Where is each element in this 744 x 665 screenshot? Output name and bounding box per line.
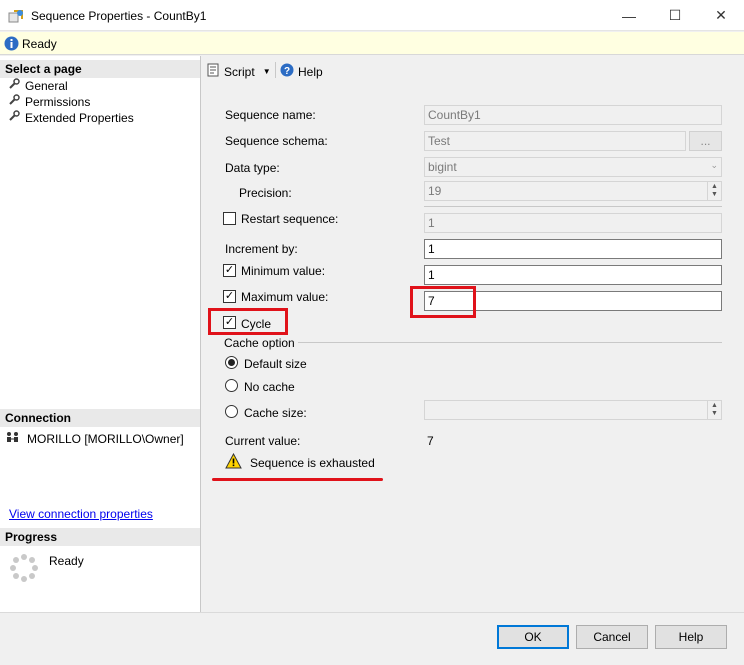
script-button[interactable]: Script ▼ xyxy=(206,63,271,80)
page-item-extended-properties[interactable]: Extended Properties xyxy=(8,110,134,125)
sequence-name-label: Sequence name: xyxy=(225,108,316,122)
help-icon: ? xyxy=(280,63,294,80)
separator xyxy=(424,206,722,207)
left-pane: Select a page General Permissions Extend… xyxy=(0,56,201,612)
connection-icon xyxy=(6,431,22,446)
increment-by-field[interactable]: 1 xyxy=(424,239,722,259)
precision-stepper[interactable]: 19 ▲ ▼ xyxy=(424,181,722,201)
restart-value-field[interactable]: 1 xyxy=(424,213,722,233)
wrench-icon xyxy=(8,78,20,93)
window-title: Sequence Properties - CountBy1 xyxy=(31,9,207,23)
schema-browse-button[interactable]: ... xyxy=(689,131,722,151)
cache-size-stepper[interactable]: ▲ ▼ xyxy=(424,400,722,420)
general-page-content: Sequence name: CountBy1 Sequence schema:… xyxy=(202,84,744,612)
checkmark-icon: ✓ xyxy=(224,264,235,276)
select-page-header: Select a page xyxy=(0,60,200,78)
close-button[interactable]: ✕ xyxy=(698,0,744,31)
increment-by-label: Increment by: xyxy=(225,242,298,256)
cache-default-radio[interactable] xyxy=(225,356,238,369)
minimum-value-checkbox[interactable]: ✓ xyxy=(223,264,236,277)
cache-option-separator xyxy=(298,342,722,343)
page-label: General xyxy=(25,78,68,93)
cache-option-label: Cache option xyxy=(224,336,295,350)
warning-icon xyxy=(225,452,242,472)
connection-name: MORILLO [MORILLO\Owner] xyxy=(27,431,184,446)
close-icon: ✕ xyxy=(715,7,727,23)
stepper-arrows-icon: ▲ ▼ xyxy=(707,401,721,419)
maximize-button[interactable]: ☐ xyxy=(652,0,698,31)
current-value-label: Current value: xyxy=(225,434,301,448)
cache-size-label: Cache size: xyxy=(244,406,307,420)
chevron-down-icon: ▼ xyxy=(262,67,271,76)
maximum-value-label: Maximum value: xyxy=(241,290,329,304)
progress-header: Progress xyxy=(0,528,200,546)
cycle-highlight xyxy=(208,308,288,335)
restart-sequence-label: Restart sequence: xyxy=(241,212,339,226)
status-bar: Ready xyxy=(0,32,744,55)
connection-header: Connection xyxy=(0,409,200,427)
cache-size-value xyxy=(425,401,707,419)
wrench-icon xyxy=(8,94,20,109)
ok-button[interactable]: OK xyxy=(497,625,569,649)
sequence-schema-label: Sequence schema: xyxy=(225,134,328,148)
minimum-value-label: Minimum value: xyxy=(241,264,326,278)
restart-sequence-checkbox[interactable] xyxy=(223,212,236,225)
data-type-value: bigint xyxy=(428,160,457,174)
sequence-name-field[interactable]: CountBy1 xyxy=(424,105,722,125)
minimize-button[interactable]: — xyxy=(606,0,652,31)
cancel-button[interactable]: Cancel xyxy=(576,625,648,649)
help-label: Help xyxy=(298,64,323,79)
precision-value: 19 xyxy=(428,184,442,198)
progress-spinner-icon xyxy=(10,554,38,582)
maximum-value-checkbox[interactable]: ✓ xyxy=(223,290,236,303)
page-label: Permissions xyxy=(25,94,91,109)
maximize-icon: ☐ xyxy=(668,7,682,23)
warning-text: Sequence is exhausted xyxy=(250,456,375,470)
button-bar: OK Cancel Help xyxy=(0,612,744,665)
connection-item: MORILLO [MORILLO\Owner] xyxy=(6,431,184,446)
maximum-value-highlight xyxy=(410,286,476,318)
cache-none-label: No cache xyxy=(244,380,295,394)
toolbar: Script ▼ ? Help xyxy=(202,56,744,84)
current-value: 7 xyxy=(427,434,434,448)
page-item-permissions[interactable]: Permissions xyxy=(8,94,90,109)
sequence-schema-field[interactable]: Test xyxy=(424,131,686,151)
page-item-general[interactable]: General xyxy=(8,78,68,93)
precision-label: Precision: xyxy=(239,186,292,200)
warning-underline-highlight xyxy=(212,478,383,481)
data-type-label: Data type: xyxy=(225,161,280,175)
toolbar-divider xyxy=(275,62,276,78)
cache-none-radio[interactable] xyxy=(225,379,238,392)
cache-default-label: Default size xyxy=(244,357,307,371)
script-label: Script xyxy=(224,64,255,79)
help-toolbar-button[interactable]: ? Help xyxy=(280,63,323,80)
data-type-select[interactable]: bigint ⌄ xyxy=(424,157,722,177)
svg-text:?: ? xyxy=(284,66,290,77)
status-text: Ready xyxy=(22,37,57,51)
minimize-icon: — xyxy=(622,7,636,24)
checkmark-icon: ✓ xyxy=(224,290,235,302)
minimum-value-field[interactable]: 1 xyxy=(424,265,722,285)
page-label: Extended Properties xyxy=(25,110,134,125)
info-icon xyxy=(4,36,19,51)
cache-size-radio[interactable] xyxy=(225,405,238,418)
script-icon xyxy=(206,63,220,80)
view-connection-properties-link[interactable]: View connection properties xyxy=(9,507,153,521)
progress-status: Ready xyxy=(49,554,84,568)
title-bar: Sequence Properties - CountBy1 — ☐ ✕ xyxy=(0,0,744,31)
chevron-down-icon: ⌄ xyxy=(710,160,718,170)
app-icon xyxy=(8,8,24,24)
help-button[interactable]: Help xyxy=(655,625,727,649)
stepper-arrows-icon: ▲ ▼ xyxy=(707,182,721,200)
radio-selected-icon xyxy=(228,359,235,366)
wrench-icon xyxy=(8,110,20,125)
